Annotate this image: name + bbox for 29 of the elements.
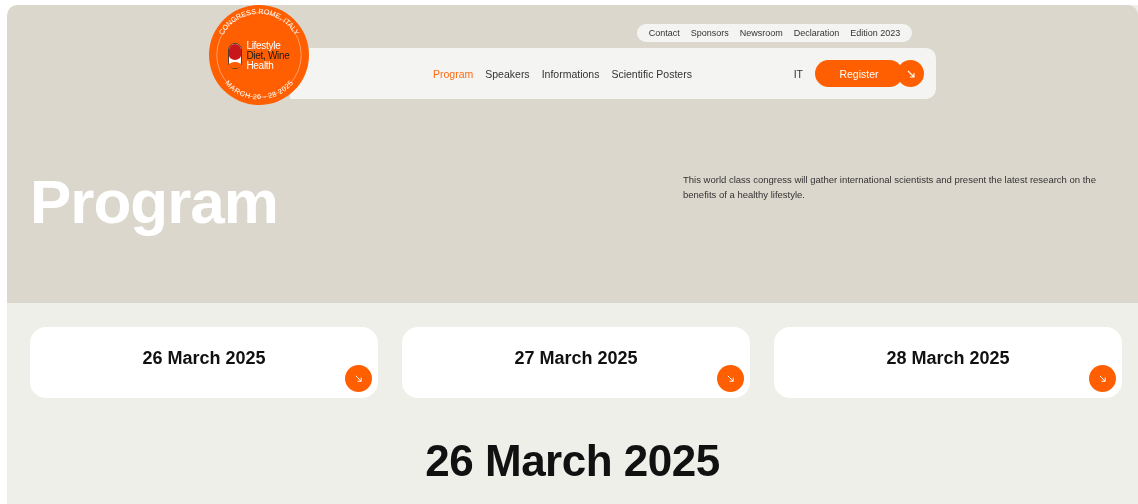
nav-link[interactable]: Informations <box>541 67 600 80</box>
day-title: 28 March 2025 <box>886 348 1010 370</box>
arrow-button[interactable] <box>345 365 372 392</box>
top-link[interactable]: Contact <box>648 28 680 38</box>
day-title: 26 March 2025 <box>142 348 266 370</box>
top-link[interactable]: Sponsors <box>690 28 729 38</box>
day-card[interactable]: 27 March 2025 <box>402 327 750 398</box>
arrow-icon <box>726 374 735 383</box>
hero-description: This world class congress will gather international scientists and present the latest research on the benefits of a healthy lifestyle. <box>683 173 1097 202</box>
arrow-icon <box>1098 374 1107 383</box>
day-title: 27 March 2025 <box>514 348 638 370</box>
day-card[interactable]: 28 March 2025 <box>774 327 1122 398</box>
language-link[interactable]: IT <box>793 67 803 80</box>
glass-icon <box>228 43 243 69</box>
nav-link[interactable]: Scientific Posters <box>611 67 692 80</box>
logo-text: Lifestyle <box>246 41 281 51</box>
top-link[interactable]: Edition 2023 <box>850 28 901 38</box>
logo-text: Health <box>246 61 275 71</box>
arrow-button[interactable] <box>717 365 744 392</box>
section-title: 26 March 2025 <box>424 436 721 486</box>
logo-text: Diet, Wine <box>246 51 290 61</box>
top-link[interactable]: Newsroom <box>739 28 783 38</box>
arrow-icon <box>354 374 363 383</box>
arrow-button[interactable] <box>1089 365 1116 392</box>
day-card[interactable]: 26 March 2025 <box>30 327 378 398</box>
arrow-button[interactable] <box>897 60 924 87</box>
nav-link[interactable]: Speakers <box>485 67 530 80</box>
arrow-icon <box>905 68 916 79</box>
top-link[interactable]: Declaration <box>793 28 840 38</box>
